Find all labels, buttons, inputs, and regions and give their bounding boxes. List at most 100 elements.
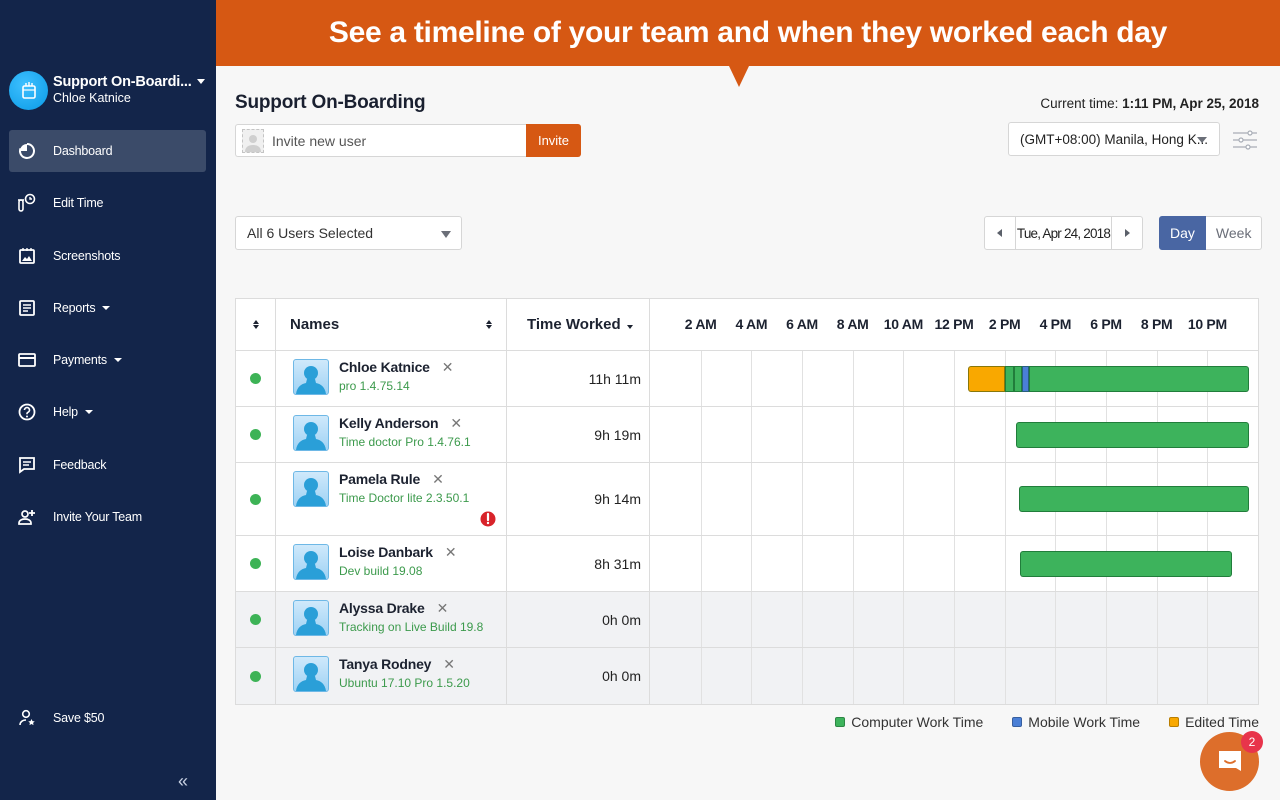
computer-time-segment[interactable]: [1019, 550, 1233, 577]
timeline-gridline: [1004, 463, 1006, 535]
sidebar-item-save-50[interactable]: Save $50: [9, 697, 206, 739]
team-switcher[interactable]: Support On-Boardi... Chloe Katnice: [9, 70, 209, 110]
computer-time-segment[interactable]: [1016, 421, 1250, 448]
online-status-dot: [250, 558, 261, 569]
table-row: Chloe Katnice ✕ pro 1.4.75.14 11h 11m: [236, 351, 1258, 407]
payments-icon: [17, 350, 37, 370]
legend-label: Edited Time: [1185, 714, 1259, 730]
computer-time-segment[interactable]: [1018, 486, 1250, 512]
sidebar-item-edit-time[interactable]: Edit Time: [9, 182, 206, 224]
user-name[interactable]: Kelly Anderson: [339, 415, 439, 432]
timeline-gridline: [1055, 592, 1057, 647]
remove-user-icon[interactable]: ✕: [450, 416, 462, 430]
invite-email-input[interactable]: [272, 132, 512, 149]
hour-tick-label: 10 PM: [1187, 316, 1227, 332]
remove-user-icon[interactable]: ✕: [442, 360, 454, 374]
hour-tick-label: 8 PM: [1140, 316, 1173, 332]
screenshots-icon: [17, 246, 37, 266]
view-toggle: Day Week: [1159, 216, 1263, 250]
chevron-right-icon: [1125, 229, 1130, 237]
timeline-gridline: [852, 592, 854, 647]
date-picker[interactable]: Tue, Apr 24, 2018: [1016, 216, 1111, 250]
sidebar-item-feedback[interactable]: Feedback: [9, 444, 206, 486]
timezone-value: (GMT+08:00) Manila, Hong K...: [1020, 131, 1208, 147]
sidebar-item-help[interactable]: Help: [9, 391, 206, 433]
current-time-value: 1:11 PM, Apr 25, 2018: [1122, 96, 1259, 111]
timeline-gridline: [802, 648, 803, 704]
mobile-time-segment[interactable]: [1021, 365, 1029, 392]
user-star-icon: [17, 708, 37, 728]
timeline-gridline: [700, 536, 702, 591]
name-cell: Chloe Katnice ✕ pro 1.4.75.14: [276, 351, 507, 406]
online-status-dot: [250, 373, 261, 384]
names-header-label: Names: [290, 316, 340, 333]
day-view-button[interactable]: Day: [1159, 216, 1206, 250]
avatar[interactable]: [293, 415, 329, 451]
team-logo-icon: [9, 70, 48, 110]
legend-label: Mobile Work Time: [1028, 714, 1141, 730]
legend-item-edited: Edited Time: [1169, 714, 1259, 730]
user-placeholder-icon: [242, 128, 264, 153]
settings-sliders-icon[interactable]: [1232, 129, 1258, 151]
timeline-gridline: [954, 536, 955, 591]
table-row: Kelly Anderson ✕ Time doctor Pro 1.4.76.1 9…: [236, 407, 1258, 463]
sidebar-item-reports[interactable]: Reports: [9, 287, 206, 329]
remove-user-icon[interactable]: ✕: [445, 545, 457, 559]
sort-status-button[interactable]: [236, 299, 276, 350]
user-name[interactable]: Alyssa Drake: [339, 600, 425, 617]
hour-tick-label: 4 AM: [735, 316, 768, 332]
timeline-gridline: [700, 351, 702, 406]
timeline-gridline: [751, 463, 753, 535]
legend-swatch: [835, 717, 846, 727]
avatar[interactable]: [293, 656, 329, 692]
previous-day-button[interactable]: [984, 216, 1016, 250]
remove-user-icon[interactable]: ✕: [432, 472, 444, 486]
avatar[interactable]: [293, 600, 329, 636]
timeline-gridline: [1106, 592, 1107, 647]
user-name[interactable]: Tanya Rodney: [339, 656, 431, 673]
collapse-sidebar-icon[interactable]: «: [178, 771, 188, 792]
time-worked-column-header[interactable]: Time Worked: [507, 299, 650, 350]
online-status-dot: [250, 493, 261, 505]
sidebar-item-invite-your-team[interactable]: Invite Your Team: [9, 496, 206, 538]
chevron-left-icon: [997, 229, 1002, 237]
table-row: Pamela Rule ✕ Time Doctor lite 2.3.50.1 9h …: [236, 463, 1258, 536]
sidebar-item-payments[interactable]: Payments: [9, 339, 206, 381]
chevron-down-icon: [113, 358, 122, 363]
hour-tick-label: 2 PM: [988, 316, 1021, 332]
sidebar-item-dashboard[interactable]: Dashboard: [9, 130, 206, 172]
remove-user-icon[interactable]: ✕: [443, 657, 455, 671]
computer-time-segment[interactable]: [1004, 365, 1015, 392]
user-name[interactable]: Loise Danbark: [339, 544, 433, 561]
week-view-button[interactable]: Week: [1205, 216, 1263, 250]
sidebar-item-screenshots[interactable]: Screenshots: [9, 235, 206, 277]
avatar[interactable]: [293, 544, 329, 580]
users-filter-select[interactable]: All 6 Users Selected: [235, 216, 462, 250]
invite-input-wrapper: [235, 124, 526, 157]
legend-swatch: [1012, 717, 1023, 727]
timezone-select[interactable]: (GMT+08:00) Manila, Hong K...: [1008, 122, 1220, 156]
sidebar-item-label: Screenshots: [53, 248, 121, 263]
computer-time-segment[interactable]: [1014, 365, 1022, 392]
avatar[interactable]: [293, 359, 329, 395]
user-name[interactable]: Pamela Rule: [339, 471, 420, 488]
user-name[interactable]: Chloe Katnice: [339, 359, 430, 376]
computer-time-segment[interactable]: [1028, 365, 1250, 392]
hour-tick-label: 6 PM: [1090, 316, 1122, 332]
timeline-gridline: [1004, 592, 1006, 647]
next-day-button[interactable]: [1111, 216, 1143, 250]
avatar[interactable]: [293, 471, 329, 507]
hour-tick-label: 12 PM: [934, 316, 974, 332]
warning-icon[interactable]: [479, 510, 497, 533]
remove-user-icon[interactable]: ✕: [437, 601, 449, 615]
invite-button[interactable]: Invite: [526, 124, 581, 157]
timeline-gridline: [954, 648, 955, 704]
timeline-gridline: [700, 592, 702, 647]
sidebar-item-label: Save $50: [53, 711, 105, 725]
timeline-gridline: [903, 463, 905, 535]
edited-time-segment[interactable]: [967, 365, 1005, 392]
users-filter-value: All 6 Users Selected: [247, 225, 374, 241]
names-column-header[interactable]: Names: [276, 299, 507, 350]
name-cell: Pamela Rule ✕ Time Doctor lite 2.3.50.1: [276, 463, 507, 535]
sidebar-item-label: Payments: [53, 353, 107, 368]
